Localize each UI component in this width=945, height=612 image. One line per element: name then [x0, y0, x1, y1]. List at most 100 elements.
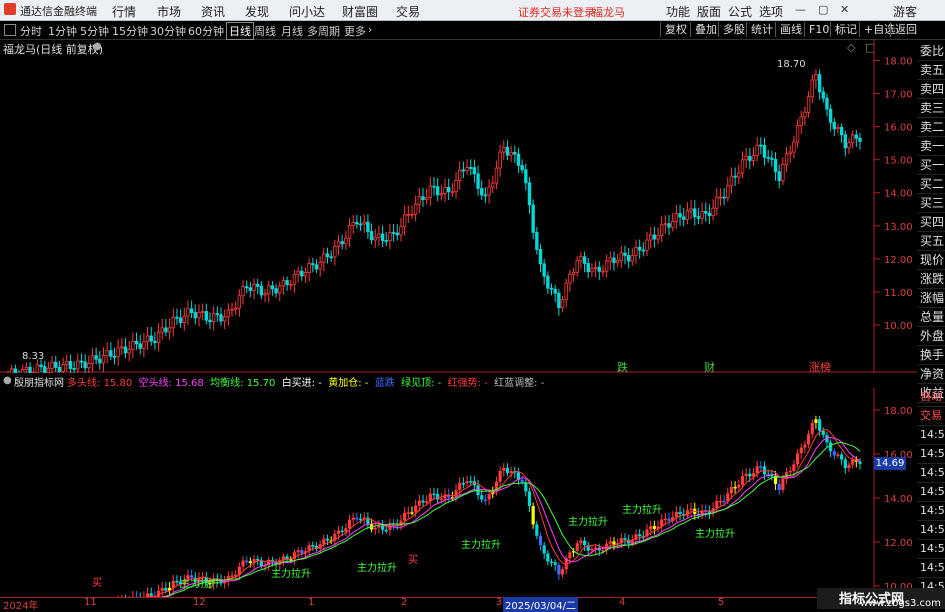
menu-item-formula[interactable]: 公式: [728, 3, 752, 20]
menu-item-options[interactable]: 选项: [759, 3, 783, 20]
candle-body: [734, 176, 737, 177]
side-panel-item[interactable]: 买三: [917, 194, 945, 213]
side-panel-item[interactable]: 现价: [917, 251, 945, 270]
side-panel-item[interactable]: 卖四: [917, 80, 945, 99]
period-60min[interactable]: 60分钟: [188, 23, 224, 39]
candle-body: [800, 117, 803, 126]
indicator-bar: [337, 531, 340, 534]
period-weekly[interactable]: 周线: [254, 23, 276, 39]
f10-button[interactable]: F10: [804, 22, 833, 37]
indicator-bar: [458, 483, 461, 490]
event-tag-down[interactable]: 跌: [617, 359, 628, 375]
candle-body: [638, 247, 641, 250]
candle-body: [513, 152, 516, 154]
candle-body: [840, 127, 843, 134]
candle-body: [723, 197, 726, 198]
candle-body: [43, 367, 46, 373]
candle-body: [488, 187, 491, 195]
menu-item-discover[interactable]: 发现: [245, 3, 269, 20]
period-multi[interactable]: 多周期: [307, 23, 340, 39]
mark-button[interactable]: 标记: [830, 22, 861, 37]
period-tick[interactable]: 分时: [20, 23, 42, 39]
close-icon[interactable]: ✕: [840, 3, 849, 16]
indicator-bar: [528, 491, 531, 506]
indicator-bar: [535, 524, 538, 535]
period-15min[interactable]: 15分钟: [112, 23, 148, 39]
side-panel-item[interactable]: 涨幅: [917, 289, 945, 308]
candle-body: [682, 217, 685, 219]
indicator-bar: [355, 518, 358, 520]
indicator-bar: [590, 549, 593, 551]
side-panel-item[interactable]: 买四: [917, 213, 945, 232]
candle-body: [21, 369, 24, 373]
indicator-title[interactable]: 殷朋指标网: [14, 374, 64, 389]
candle-body: [447, 187, 450, 191]
user-guest[interactable]: 游客: [893, 3, 917, 20]
annotation-main-force: 主力拉升: [568, 513, 608, 528]
restore-icon[interactable]: ▢: [818, 3, 828, 16]
indicator-bar: [789, 471, 792, 473]
side-panel-item[interactable]: 总量: [917, 308, 945, 327]
event-tag-finance[interactable]: 财: [704, 359, 715, 375]
menu-item-wealth[interactable]: 财富圈: [342, 3, 378, 20]
back-button[interactable]: 返回: [890, 22, 921, 37]
candle-body: [517, 154, 520, 165]
candle-body: [106, 351, 109, 356]
candle-body: [267, 286, 270, 294]
candle-body: [389, 233, 392, 241]
stats-button[interactable]: 统计: [746, 22, 777, 37]
menu-item-ask[interactable]: 问小达: [289, 3, 325, 20]
side-panel-item[interactable]: 卖三: [917, 99, 945, 118]
menu-item-trade[interactable]: 交易: [396, 3, 420, 20]
candle-body: [422, 197, 425, 200]
menu-item-layout[interactable]: 版面: [697, 3, 721, 20]
price-tick-label: 16.00: [884, 123, 913, 134]
side-panel-item[interactable]: 买二: [917, 175, 945, 194]
trade-time-item: 14:56: [917, 521, 945, 540]
draw-line-button[interactable]: 画线: [775, 22, 806, 37]
indicator-dot-icon[interactable]: ●: [3, 375, 12, 386]
period-1min[interactable]: 1分钟: [48, 23, 77, 39]
period-monthly[interactable]: 月线: [281, 23, 303, 39]
candle-body: [293, 274, 296, 284]
side-panel-item[interactable]: 买五: [917, 232, 945, 251]
side-panel-item[interactable]: 外盘: [917, 327, 945, 346]
candle-body: [649, 235, 652, 240]
overlay-button[interactable]: 叠加: [690, 22, 721, 37]
side-panel-item[interactable]: 委比: [917, 42, 945, 61]
indicator-chart[interactable]: 18.0016.0014.0012.0010.00: [0, 388, 917, 597]
candle-body: [436, 187, 439, 195]
period-30min[interactable]: 30分钟: [150, 23, 186, 39]
indicator-bar: [678, 512, 681, 514]
trade-panel-item[interactable]: 自动: [917, 388, 945, 407]
stock-name: 福龙马: [592, 4, 625, 20]
multi-stock-button[interactable]: 多股: [718, 22, 749, 37]
candle-body: [198, 312, 201, 317]
chevron-right-icon[interactable]: ›: [368, 23, 372, 36]
minimize-icon[interactable]: —: [795, 3, 806, 16]
trade-panel-item[interactable]: 交易: [917, 407, 945, 426]
login-warning[interactable]: 证券交易未登录: [518, 4, 595, 20]
candle-body: [848, 143, 851, 148]
period-more[interactable]: 更多: [344, 23, 366, 39]
candle-body: [297, 271, 300, 274]
side-panel-item[interactable]: 卖二: [917, 118, 945, 137]
side-panel-item[interactable]: 净资: [917, 365, 945, 384]
panel-toggle-icon[interactable]: [4, 24, 16, 36]
adjust-button[interactable]: 复权: [660, 22, 691, 37]
menu-item-function[interactable]: 功能: [666, 3, 690, 20]
candlestick-chart[interactable]: 18.0017.0016.0015.0014.0013.0012.0011.00…: [0, 39, 917, 373]
side-panel-item[interactable]: 买一: [917, 156, 945, 175]
candle-body: [594, 267, 597, 269]
period-5min[interactable]: 5分钟: [80, 23, 109, 39]
menu-item-news[interactable]: 资讯: [201, 3, 225, 20]
candle-body: [326, 254, 329, 257]
menu-item-market[interactable]: 市场: [157, 3, 181, 20]
period-daily[interactable]: 日线: [226, 22, 254, 40]
event-tag-limit-list[interactable]: 涨榜: [809, 359, 831, 375]
side-panel-item[interactable]: 涨跌: [917, 270, 945, 289]
menu-item-quotes[interactable]: 行情: [112, 3, 136, 20]
side-panel-item[interactable]: 换手: [917, 346, 945, 365]
side-panel-item[interactable]: 卖五: [917, 61, 945, 80]
side-panel-item[interactable]: 卖一: [917, 137, 945, 156]
